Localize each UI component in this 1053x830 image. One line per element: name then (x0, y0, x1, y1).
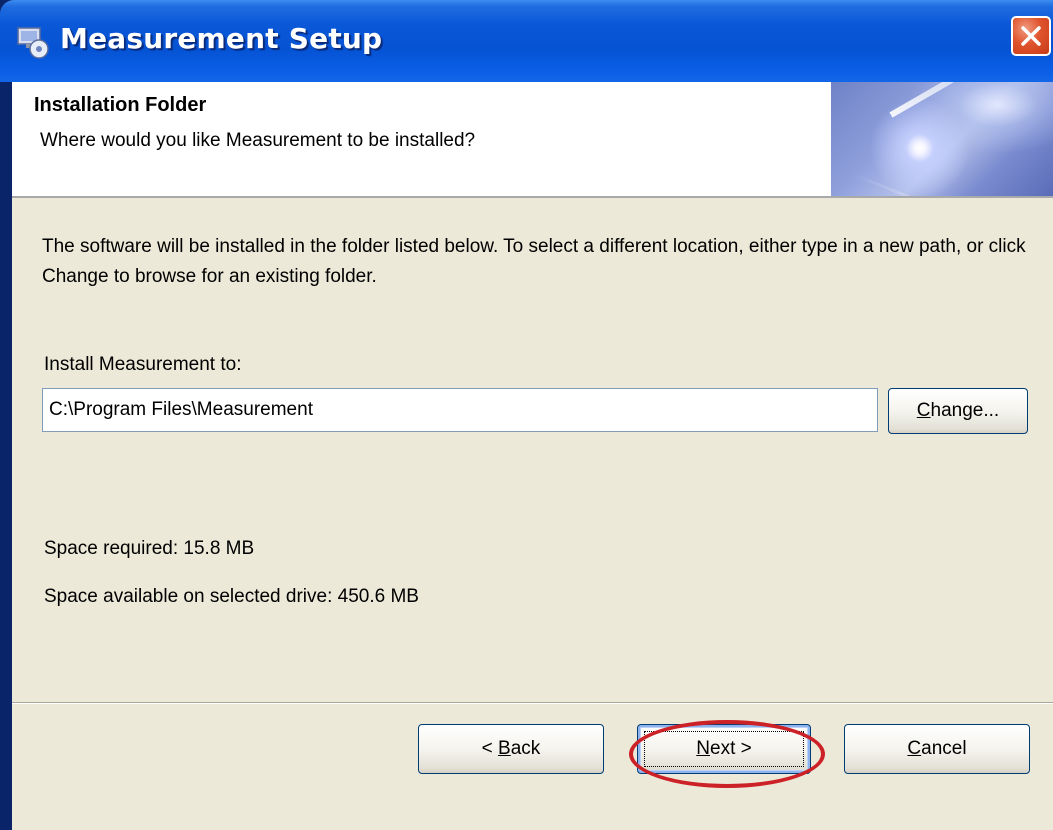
window-title: Measurement Setup (60, 22, 383, 55)
cancel-button[interactable]: Cancel (844, 724, 1030, 774)
focus-rectangle (644, 731, 804, 767)
setup-window: Measurement Setup Installation Folder Wh… (0, 0, 1053, 830)
next-button[interactable]: Next > (637, 724, 811, 774)
page-title: Installation Folder (34, 94, 207, 116)
install-path-label: Install Measurement to: (44, 354, 242, 375)
installer-icon (14, 22, 52, 60)
wizard-header: Installation Folder Where would you like… (12, 82, 1053, 198)
install-path-input[interactable] (42, 388, 878, 432)
title-bar[interactable]: Measurement Setup (0, 0, 1053, 82)
close-button[interactable] (1011, 16, 1051, 56)
space-available-text: Space available on selected drive: 450.6… (44, 586, 419, 607)
footer-divider (12, 702, 1053, 704)
back-button[interactable]: < Back (418, 724, 604, 774)
page-subtitle: Where would you like Measurement to be i… (40, 130, 476, 151)
instructions-text: The software will be installed in the fo… (42, 236, 1026, 287)
space-required-text: Space required: 15.8 MB (44, 538, 255, 559)
change-button[interactable]: Change... (888, 388, 1028, 434)
dialog-client-area: Installation Folder Where would you like… (12, 82, 1053, 830)
header-banner-image (831, 82, 1053, 196)
